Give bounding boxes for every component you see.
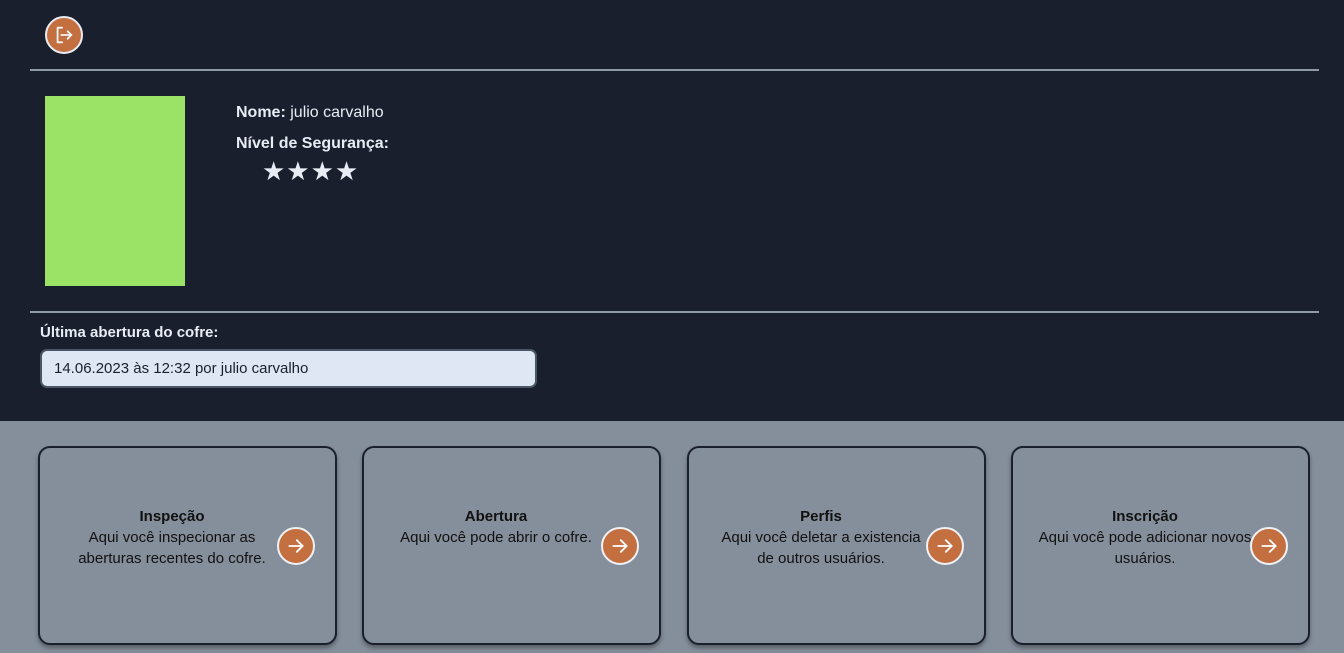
divider [30, 311, 1319, 313]
card-perfis[interactable]: Perfis Aqui você deletar a existencia de… [687, 446, 986, 645]
card-text: Inscrição Aqui você pode adicionar novos… [1035, 506, 1255, 569]
card-description: Aqui você deletar a existencia de outros… [721, 529, 921, 567]
card-title: Inscrição [1112, 508, 1178, 525]
name-label: Nome: [236, 104, 286, 121]
profile-info: Nome: julio carvalho Nível de Segurança: [236, 102, 389, 155]
name-value: julio carvalho [290, 104, 384, 121]
card-text: Perfis Aqui você deletar a existencia de… [711, 506, 931, 569]
divider [30, 69, 1319, 71]
avatar [45, 96, 185, 286]
last-opening-field[interactable]: 14.06.2023 às 12:32 por julio carvalho [40, 349, 537, 388]
card-inscricao[interactable]: Inscrição Aqui você pode adicionar novos… [1011, 446, 1310, 645]
card-text: Abertura Aqui você pode abrir o cofre. [386, 506, 606, 548]
security-row: Nível de Segurança: [236, 133, 389, 155]
card-title: Abertura [464, 508, 528, 525]
card-description: Aqui você pode abrir o cofre. [400, 529, 592, 546]
name-row: Nome: julio carvalho [236, 102, 389, 124]
arrow-right-icon [1261, 539, 1277, 553]
card-arrow-button[interactable] [277, 527, 315, 565]
arrow-right-icon [937, 539, 953, 553]
logout-icon [56, 26, 73, 44]
card-title: Inspeção [139, 508, 205, 525]
card-arrow-button[interactable] [601, 527, 639, 565]
card-title: Perfis [800, 508, 842, 525]
card-description: Aqui você inspecionar as aberturas recen… [78, 529, 266, 567]
security-label: Nível de Segurança: [236, 135, 389, 152]
arrow-right-icon [612, 539, 628, 553]
card-abertura[interactable]: Abertura Aqui você pode abrir o cofre. [362, 446, 661, 645]
card-inspecao[interactable]: Inspeção Aqui você inspecionar as abertu… [38, 446, 337, 645]
top-panel: Nome: julio carvalho Nível de Segurança:… [0, 0, 1344, 421]
arrow-right-icon [288, 539, 304, 553]
security-stars: ★★★★ [262, 156, 360, 186]
last-opening-label: Última abertura do cofre: [40, 324, 219, 341]
card-description: Aqui você pode adicionar novos usuários. [1038, 529, 1252, 567]
logout-button[interactable] [45, 16, 83, 54]
card-arrow-button[interactable] [1250, 527, 1288, 565]
card-text: Inspeção Aqui você inspecionar as abertu… [62, 506, 282, 569]
card-arrow-button[interactable] [926, 527, 964, 565]
